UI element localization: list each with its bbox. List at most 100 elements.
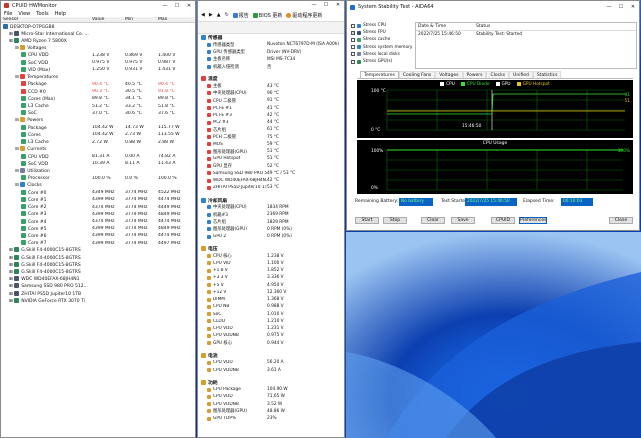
close-button[interactable]: Close [609,217,633,224]
table-row[interactable]: SoC VDD 10.39 A 8.11 A 11.43 A [1,160,195,167]
table-row[interactable]: ⊞ NVIDIA GeForce RTX 3070 Ti [1,297,195,304]
sensor-group[interactable]: 温度 [201,75,344,82]
checkbox-icon[interactable] [351,52,355,57]
table-row[interactable]: CPU VDD 1.238 V 0.869 V 1.400 V [1,52,195,59]
stop-button[interactable]: Stop [383,217,407,224]
table-row[interactable]: ⊞ AMD Ryzen 7 5800X [1,37,195,44]
stress-option[interactable]: Stress system memory [351,44,415,51]
checkbox-icon[interactable] [351,37,355,42]
list-item[interactable]: +5 V 4.950 V [201,282,344,289]
list-item[interactable]: GPU 传感器类型 Driver (NV-DRV) [201,49,344,56]
list-item[interactable]: CPU VDD 71.65 W [201,393,344,400]
table-row[interactable]: Core #3 4399 MHz 3774 MHz 4849 MHz [1,211,195,218]
list-item[interactable]: PCI-E #3 42 °C [201,112,344,119]
list-item[interactable]: CPU 二极管 91 °C [201,97,344,104]
list-item[interactable]: 图形处理器(GPU) 0 RPM (0%) [201,226,344,233]
table-row[interactable]: ⊟ Powers [1,117,195,124]
list-item[interactable]: 图形处理器(GPU) 48.86 W [201,408,344,415]
list-item[interactable]: PCI-E #1 41 °C [201,104,344,111]
table-row[interactable]: Core #0 4349 MHz 3774 MHz 4522 MHz [1,189,195,196]
col-min[interactable]: Min [125,17,158,22]
table-row[interactable]: L3 Cache 2.72 W 0.88 W 2.88 W [1,139,195,146]
aida-titlebar[interactable]: — ☐ ✕ [198,1,344,9]
list-item[interactable]: CPU VDDNB 0.975 V [201,332,344,339]
list-item[interactable]: PCH 二极管 75 °C [201,133,344,140]
table-row[interactable]: Core #2 4374 MHz 3774 MHz 4449 MHz [1,203,195,210]
list-item[interactable]: Samsung SSD 980 PRO 512GB49 °C / 53 °C [201,170,344,177]
table-row[interactable]: ⊟ Utilization [1,167,195,174]
list-item[interactable]: M.2 #3 44 °C [201,119,344,126]
tab-unified[interactable]: Unified [509,71,533,78]
table-row[interactable]: ⊞ ZHITAI PS5D Jupiter10 1TB [1,290,195,297]
table-row[interactable]: Package 104.42 W 14.73 W 115.77 W [1,124,195,131]
table-row[interactable]: Core #4 4374 MHz 3774 MHz 4474 MHz [1,218,195,225]
list-item[interactable]: CPU NB 0.988 V [201,303,344,310]
cpuid-button[interactable]: CPUID [491,217,515,224]
col-value[interactable]: Value [92,17,125,22]
table-row[interactable]: ⊟ Voltages [1,45,195,52]
table-row[interactable]: Cores (Max) 89.8 °C 34.1 °C 89.8 °C [1,95,195,102]
start-button[interactable]: Start [355,217,379,224]
bios-update-button[interactable]: BIOS 更新 [252,12,282,19]
list-item[interactable]: CLDO 1.210 V [201,318,344,325]
list-item[interactable]: 机箱入侵检测 否 [201,63,344,70]
forward-icon[interactable]: ▶ [209,12,213,18]
tab-temperatures[interactable]: Temperatures [360,71,399,78]
table-row[interactable]: ⊞ Micro-Star International Co. ... [1,30,195,37]
save-button[interactable]: Save [451,217,475,224]
sensor-group[interactable]: 功耗 [201,379,344,386]
sensor-group[interactable]: 冷却风扇 [201,197,344,204]
preferences-button[interactable]: Preferences [519,217,547,224]
table-row[interactable]: CPU VDD 81.31 A 0.00 A 74.82 A [1,153,195,160]
sensor-group[interactable]: 电流 [201,352,344,359]
table-row[interactable]: Core #6 4399 MHz 3774 MHz 4474 MHz [1,232,195,239]
list-item[interactable]: GPU TDP% 23% [201,415,344,422]
table-row[interactable]: ⊞ WDC WD40EFAX-68JH4N1 [1,276,195,283]
tab-statistics[interactable]: Statistics [532,71,562,78]
list-item[interactable]: CPU VDDNB 3.61 A [201,366,344,373]
checkbox-icon[interactable] [351,23,355,28]
list-item[interactable]: CPU VDDNB 3.52 W [201,400,344,407]
table-row[interactable]: Core #5 4399 MHz 3774 MHz 4849 MHz [1,225,195,232]
report-button[interactable]: 报告 [232,12,249,19]
menu-tools[interactable]: Tools [36,11,48,17]
stress-option[interactable]: Stress GPU(s) [351,58,415,65]
list-item[interactable]: ZHITAI PS5D Jupiter10 1TB 53 °C [201,184,344,191]
minimize-icon[interactable]: — [603,4,615,10]
col-sensor[interactable]: Sensor [1,17,92,22]
table-row[interactable]: ⊞ G.Skill F4-4000C15-8GTRS [1,268,195,275]
refresh-icon[interactable]: ↻ [225,12,229,18]
driver-update-button[interactable]: 驱动程序更新 [286,12,322,19]
menu-file[interactable]: File [4,11,12,17]
tab-clocks[interactable]: Clocks [486,71,510,78]
list-item[interactable]: 机箱#3 2369 RPM [201,211,344,218]
list-item[interactable]: GPU 显存 52 °C [201,163,344,170]
list-item[interactable]: CPU VDD 56.20 A [201,359,344,366]
table-row[interactable]: Core #7 4399 MHz 3774 MHz 4497 MHz [1,240,195,247]
table-row[interactable]: ⊞ G.Skill F4-4000C15-8GTRS [1,247,195,254]
list-item[interactable]: 主板 43 °C [201,83,344,90]
table-row[interactable]: ⊞ G.Skill F4-4000C15-8GTRS [1,254,195,261]
table-row[interactable]: ⊟ Clocks [1,182,195,189]
list-item[interactable]: GPU Hotspot 51 °C [201,155,344,162]
list-item[interactable]: 图形处理器(GPU) 51 °C [201,148,344,155]
list-item[interactable]: CPU VID 1.100 V [201,260,344,267]
list-item[interactable]: SoC 1.010 V [201,311,344,318]
close-icon[interactable]: ✕ [627,4,639,10]
table-row[interactable]: SoC VDD 0.975 V 0.975 V 0.987 V [1,59,195,66]
list-item[interactable]: 芯片组 61 °C [201,126,344,133]
checkbox-icon[interactable] [351,59,355,64]
clear-button[interactable]: Clear [421,217,445,224]
list-item[interactable]: MOS 59 °C [201,141,344,148]
table-row[interactable]: DESKTOP-O7PGGB8 [1,23,195,30]
stress-option[interactable]: ✓ Stress FPU [351,29,415,36]
col-max[interactable]: Max [158,17,191,22]
list-item[interactable]: 传感器类型 Nuvoton NCT6797D-M (ISA A00h) [201,41,344,48]
table-row[interactable]: ⊟ Currents [1,146,195,153]
sensor-group[interactable]: 传感器 [201,34,344,41]
tab-cooling-fans[interactable]: Cooling Fans [398,71,436,78]
back-icon[interactable]: ◀ [201,12,205,18]
list-item[interactable]: GPU 2 0 RPM (0%) [201,233,344,240]
list-item[interactable]: DIMM 1.368 V [201,296,344,303]
col-status[interactable]: Status [476,24,490,29]
